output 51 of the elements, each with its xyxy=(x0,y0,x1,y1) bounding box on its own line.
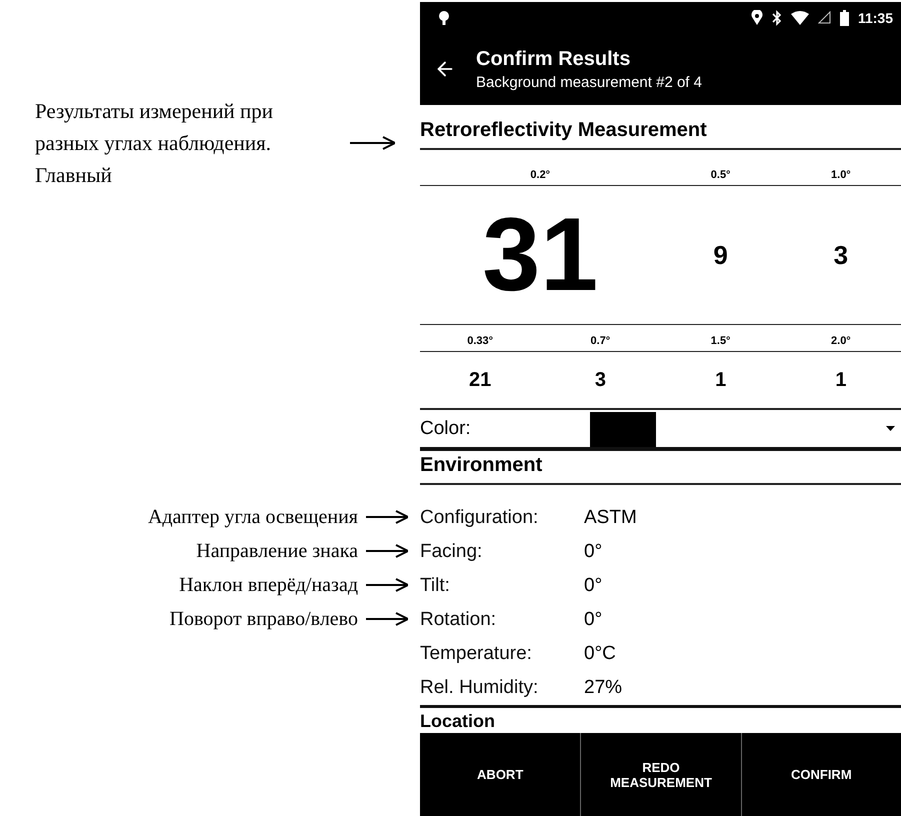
arrow-icon xyxy=(366,612,408,626)
color-swatch[interactable] xyxy=(590,412,656,448)
field-label: Tilt: xyxy=(420,575,451,598)
measurement-value: 3 xyxy=(594,368,606,392)
measurement-value: 9 xyxy=(713,242,728,268)
field-label: Temperature: xyxy=(420,643,533,666)
angle-label: 2.0° xyxy=(831,335,851,350)
field-label: Facing: xyxy=(420,541,484,564)
measurement-value: 1 xyxy=(835,368,846,392)
field-value: 0° xyxy=(584,609,602,632)
lightbulb-icon xyxy=(438,10,450,26)
section-heading: Environment xyxy=(420,454,542,478)
field-label: Rotation: xyxy=(420,609,498,632)
measurement-value: 1 xyxy=(715,368,726,392)
angle-label: 1.5° xyxy=(710,335,730,350)
field-value: 0°C xyxy=(584,643,616,666)
annotation-text: Направление знака xyxy=(196,540,358,562)
section-heading: Retroreflectivity Measurement xyxy=(420,118,707,142)
color-label: Color: xyxy=(420,418,472,440)
angle-label: 0.2° xyxy=(530,168,550,183)
status-time: 11:35 xyxy=(858,10,893,26)
field-value: ASTM xyxy=(584,507,637,530)
arrow-icon xyxy=(366,578,408,592)
section-heading: Location xyxy=(420,710,495,731)
arrow-icon xyxy=(366,510,408,524)
field-value: 0° xyxy=(584,575,602,598)
angle-label: 0.33° xyxy=(467,335,494,350)
screen-subtitle: Background measurement #2 of 4 xyxy=(476,74,702,91)
annotation-text: Поворот вправо/влево xyxy=(170,608,358,630)
signal-icon xyxy=(818,11,831,24)
annotation-text: Наклон вперёд/назад xyxy=(179,574,358,596)
field-label: Configuration: xyxy=(420,507,540,530)
angle-label: 0.7° xyxy=(590,335,610,350)
arrow-icon xyxy=(350,136,395,150)
measurement-value: 21 xyxy=(469,368,492,392)
location-icon xyxy=(750,10,763,26)
bluetooth-icon xyxy=(772,10,782,26)
field-value: 27% xyxy=(584,677,622,700)
angle-label: 1.0° xyxy=(831,168,851,183)
angle-label: 0.5° xyxy=(710,168,730,183)
annotation-text: Результаты измерений при разных углах наблюдения. Главный xyxy=(35,98,274,189)
measurement-value: 31 xyxy=(482,203,598,308)
arrow-icon xyxy=(366,544,408,558)
annotation-text: Адаптер угла освещения xyxy=(148,506,358,528)
field-value: 0° xyxy=(584,541,602,564)
field-label: Rel. Humidity: xyxy=(420,677,540,700)
battery-icon xyxy=(840,10,849,26)
dropdown-caret-icon[interactable] xyxy=(886,426,895,432)
screen-title: Confirm Results xyxy=(476,48,632,71)
measurement-value: 3 xyxy=(834,242,848,268)
wifi-icon xyxy=(790,10,809,25)
